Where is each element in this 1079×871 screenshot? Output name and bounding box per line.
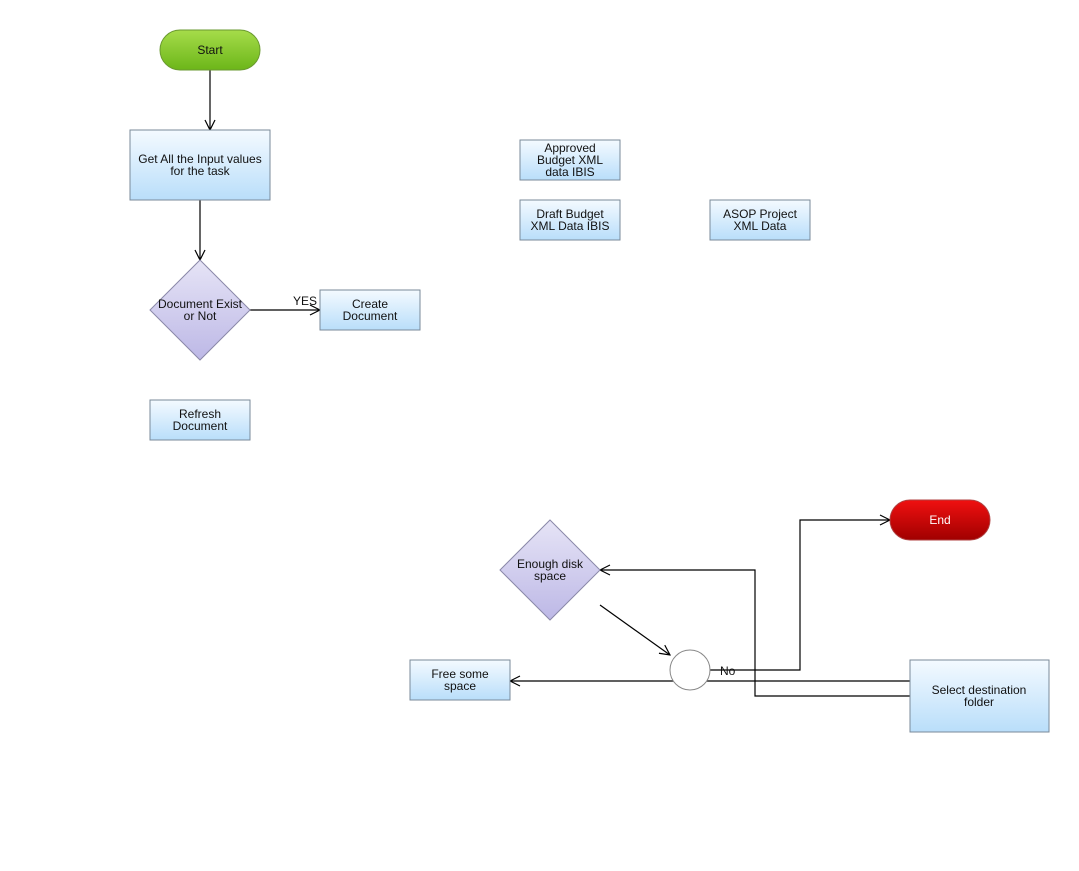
svg-text:data IBIS: data IBIS: [545, 165, 594, 179]
edge-label-no: No: [720, 664, 736, 678]
svg-text:XML Data IBIS: XML Data IBIS: [531, 219, 610, 233]
end-terminal[interactable]: End: [889, 499, 991, 541]
data-approved-budget[interactable]: Approved Budget XML data IBIS: [519, 139, 621, 181]
svg-text:End: End: [929, 513, 950, 527]
process-free-space[interactable]: Free some space: [409, 659, 511, 701]
process-get-inputs[interactable]: Get All the Input values for the task: [129, 129, 271, 201]
junction-node[interactable]: [669, 649, 711, 691]
svg-text:for the task: for the task: [170, 164, 230, 178]
edge-disk-to-junction[interactable]: [599, 604, 670, 655]
svg-text:Document: Document: [343, 309, 398, 323]
svg-text:Start: Start: [197, 43, 223, 57]
svg-text:Document: Document: [173, 419, 228, 433]
flowchart-canvas: YES No Start Get All the Input values fo…: [129, 29, 1050, 733]
data-asop-project[interactable]: ASOP Project XML Data: [709, 199, 811, 241]
edge-select-to-disk[interactable]: [600, 570, 910, 697]
svg-text:space: space: [534, 569, 566, 583]
svg-text:space: space: [444, 679, 476, 693]
svg-text:folder: folder: [964, 695, 994, 709]
process-refresh-document[interactable]: Refresh Document: [149, 399, 251, 441]
data-draft-budget[interactable]: Draft Budget XML Data IBIS: [519, 199, 621, 241]
edge-no-to-end[interactable]: [710, 520, 890, 671]
decision-document-exist[interactable]: Document Exist or Not: [149, 259, 251, 361]
process-select-destination[interactable]: Select destination folder: [909, 659, 1050, 733]
svg-text:XML Data: XML Data: [734, 219, 787, 233]
start-terminal[interactable]: Start: [159, 29, 261, 71]
process-create-document[interactable]: Create Document: [319, 289, 421, 331]
edge-label-yes: YES: [293, 294, 317, 308]
svg-text:or Not: or Not: [184, 309, 217, 323]
decision-enough-disk-space[interactable]: Enough disk space: [499, 519, 601, 621]
